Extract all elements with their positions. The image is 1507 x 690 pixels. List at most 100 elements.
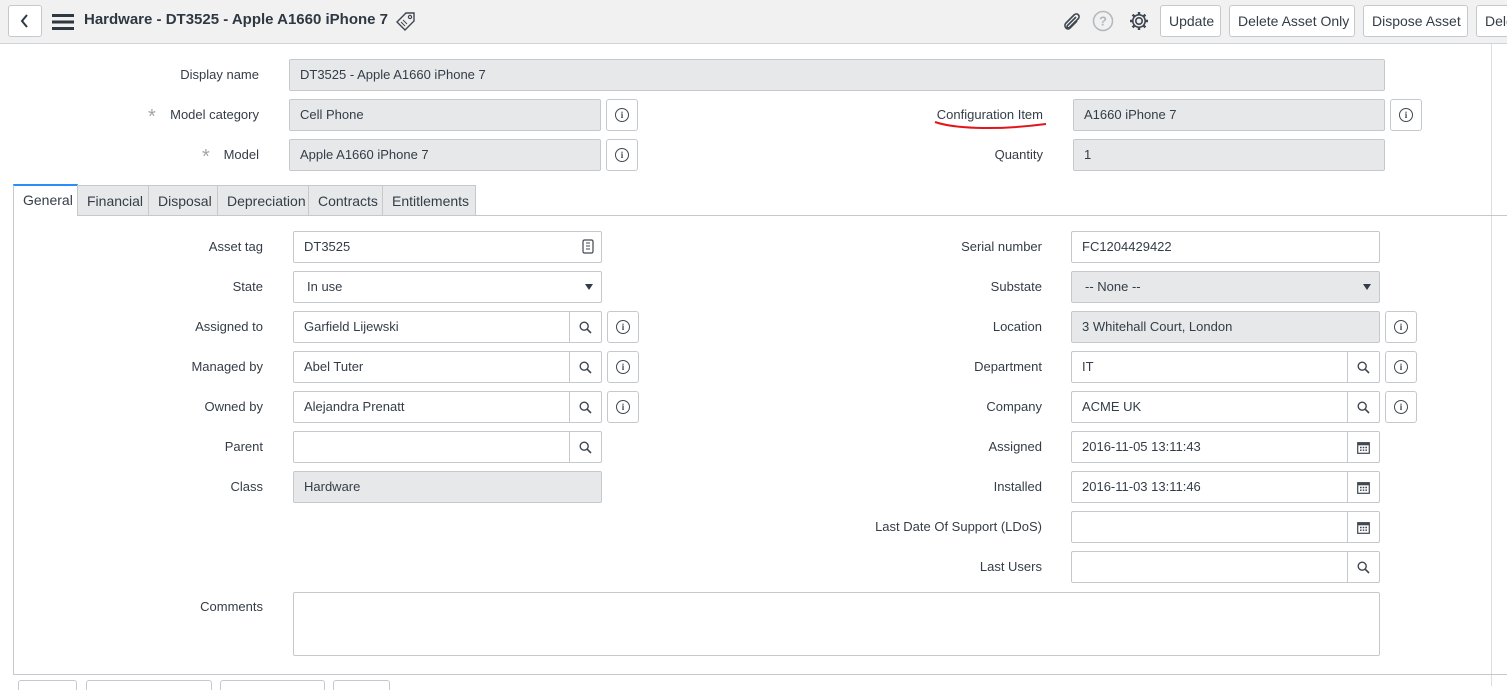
substate-select[interactable]: -- None -- bbox=[1071, 271, 1380, 303]
owned-by-lookup-button[interactable] bbox=[569, 391, 602, 423]
department-value: IT bbox=[1082, 359, 1094, 374]
dropdown-caret-icon bbox=[1363, 284, 1371, 290]
search-icon bbox=[1357, 560, 1370, 574]
department-input[interactable]: IT bbox=[1071, 351, 1349, 383]
model-field[interactable]: Apple A1660 iPhone 7 bbox=[289, 139, 601, 171]
assigned-to-lookup-button[interactable] bbox=[569, 311, 602, 343]
assigned-to-label: Assigned to bbox=[195, 319, 263, 334]
parent-lookup-button[interactable] bbox=[569, 431, 602, 463]
display-name-field[interactable]: DT3525 - Apple A1660 iPhone 7 bbox=[289, 59, 1385, 91]
installed-input[interactable]: 2016-11-03 13:11:46 bbox=[1071, 471, 1349, 503]
department-label: Department bbox=[974, 359, 1042, 374]
info-icon: i bbox=[616, 320, 630, 334]
info-icon: i bbox=[1394, 360, 1408, 374]
company-input[interactable]: ACME UK bbox=[1071, 391, 1349, 423]
search-icon bbox=[579, 360, 592, 374]
info-icon: i bbox=[1394, 320, 1408, 334]
assigned-date-picker-button[interactable] bbox=[1347, 431, 1380, 463]
back-button[interactable] bbox=[8, 5, 42, 37]
last-date-of-support-input[interactable] bbox=[1071, 511, 1349, 543]
tab-disposal[interactable]: Disposal bbox=[148, 185, 218, 215]
asset-tag-input[interactable]: DT3525 bbox=[293, 231, 602, 263]
department-info-button[interactable]: i bbox=[1385, 351, 1417, 383]
tab-contracts[interactable]: Contracts bbox=[308, 185, 383, 215]
company-info-button[interactable]: i bbox=[1385, 391, 1417, 423]
parent-input[interactable] bbox=[293, 431, 571, 463]
tab-financial[interactable]: Financial bbox=[77, 185, 149, 215]
configuration-item-value: A1660 iPhone 7 bbox=[1084, 107, 1177, 122]
tab-general[interactable]: General bbox=[13, 184, 78, 215]
page-title: Hardware - DT3525 - Apple A1660 iPhone 7 bbox=[84, 11, 388, 28]
owned-by-info-button[interactable]: i bbox=[607, 391, 639, 423]
model-category-value: Cell Phone bbox=[300, 107, 364, 122]
delete-button-partial[interactable]: Dele bbox=[1476, 5, 1507, 37]
dispose-asset-button[interactable]: Dispose Asset bbox=[1363, 5, 1468, 37]
svg-text:?: ? bbox=[1099, 14, 1107, 29]
managed-by-label: Managed by bbox=[191, 359, 263, 374]
chevron-left-icon bbox=[20, 14, 28, 28]
managed-by-input[interactable]: Abel Tuter bbox=[293, 351, 571, 383]
assigned-to-value: Garfield Lijewski bbox=[304, 319, 399, 334]
bottom-button-1[interactable] bbox=[18, 680, 77, 690]
info-icon: i bbox=[1399, 108, 1413, 122]
assigned-date-label: Assigned bbox=[988, 439, 1042, 454]
tab-entitlements[interactable]: Entitlements bbox=[382, 185, 476, 215]
managed-by-lookup-button[interactable] bbox=[569, 351, 602, 383]
substate-value: -- None -- bbox=[1085, 279, 1141, 294]
class-field[interactable]: Hardware bbox=[293, 471, 602, 503]
department-lookup-button[interactable] bbox=[1347, 351, 1380, 383]
info-icon: i bbox=[1394, 400, 1408, 414]
last-users-lookup-button[interactable] bbox=[1347, 551, 1380, 583]
bottom-button-3[interactable] bbox=[220, 680, 325, 690]
model-category-field[interactable]: Cell Phone bbox=[289, 99, 601, 131]
owned-by-input[interactable]: Alejandra Prenatt bbox=[293, 391, 571, 423]
red-annotation-underline bbox=[934, 121, 1047, 130]
model-label: Model bbox=[223, 147, 259, 162]
serial-number-input[interactable]: FC1204429422 bbox=[1071, 231, 1380, 263]
tab-depreciation[interactable]: Depreciation bbox=[217, 185, 309, 215]
company-value: ACME UK bbox=[1082, 399, 1142, 414]
info-icon: i bbox=[616, 400, 630, 414]
bottom-button-4[interactable] bbox=[333, 680, 390, 690]
assigned-date-input[interactable]: 2016-11-05 13:11:43 bbox=[1071, 431, 1349, 463]
company-lookup-button[interactable] bbox=[1347, 391, 1380, 423]
class-label: Class bbox=[230, 479, 263, 494]
state-select[interactable]: In use bbox=[293, 271, 602, 303]
model-value: Apple A1660 iPhone 7 bbox=[300, 147, 429, 162]
asset-tag-value: DT3525 bbox=[304, 239, 351, 254]
info-icon: i bbox=[615, 148, 629, 162]
comments-textarea[interactable] bbox=[293, 592, 1380, 656]
quantity-field[interactable]: 1 bbox=[1073, 139, 1385, 171]
paperclip-icon[interactable] bbox=[1059, 10, 1083, 34]
hamburger-menu-icon[interactable] bbox=[52, 12, 74, 32]
managed-by-info-button[interactable]: i bbox=[607, 351, 639, 383]
last-users-input[interactable] bbox=[1071, 551, 1349, 583]
asset-tag-label: Asset tag bbox=[208, 239, 263, 254]
configuration-item-field[interactable]: A1660 iPhone 7 bbox=[1073, 99, 1385, 131]
class-value: Hardware bbox=[304, 479, 361, 494]
model-info-button[interactable]: i bbox=[606, 139, 638, 171]
installed-date-picker-button[interactable] bbox=[1347, 471, 1380, 503]
form-header: Hardware - DT3525 - Apple A1660 iPhone 7… bbox=[0, 0, 1507, 44]
comments-label: Comments bbox=[200, 599, 263, 614]
tag-icon[interactable] bbox=[393, 10, 417, 32]
bottom-button-2[interactable] bbox=[86, 680, 212, 690]
location-label: Location bbox=[992, 319, 1042, 334]
location-value: 3 Whitehall Court, London bbox=[1082, 319, 1233, 334]
assigned-to-info-button[interactable]: i bbox=[607, 311, 639, 343]
configuration-item-info-button[interactable]: i bbox=[1390, 99, 1422, 131]
help-icon[interactable]: ? bbox=[1092, 10, 1114, 32]
dropdown-caret-icon bbox=[585, 284, 593, 290]
gear-icon[interactable] bbox=[1128, 10, 1150, 32]
last-date-of-support-picker-button[interactable] bbox=[1347, 511, 1380, 543]
search-icon bbox=[579, 440, 592, 454]
assigned-to-input[interactable]: Garfield Lijewski bbox=[293, 311, 571, 343]
location-field[interactable]: 3 Whitehall Court, London bbox=[1071, 311, 1380, 343]
display-name-label: Display name bbox=[180, 67, 259, 82]
asset-tag-barcode-icon[interactable] bbox=[582, 239, 594, 254]
update-button[interactable]: Update bbox=[1160, 5, 1221, 37]
location-info-button[interactable]: i bbox=[1385, 311, 1417, 343]
state-label: State bbox=[232, 279, 263, 294]
model-category-info-button[interactable]: i bbox=[606, 99, 638, 131]
delete-asset-only-button[interactable]: Delete Asset Only bbox=[1229, 5, 1355, 37]
